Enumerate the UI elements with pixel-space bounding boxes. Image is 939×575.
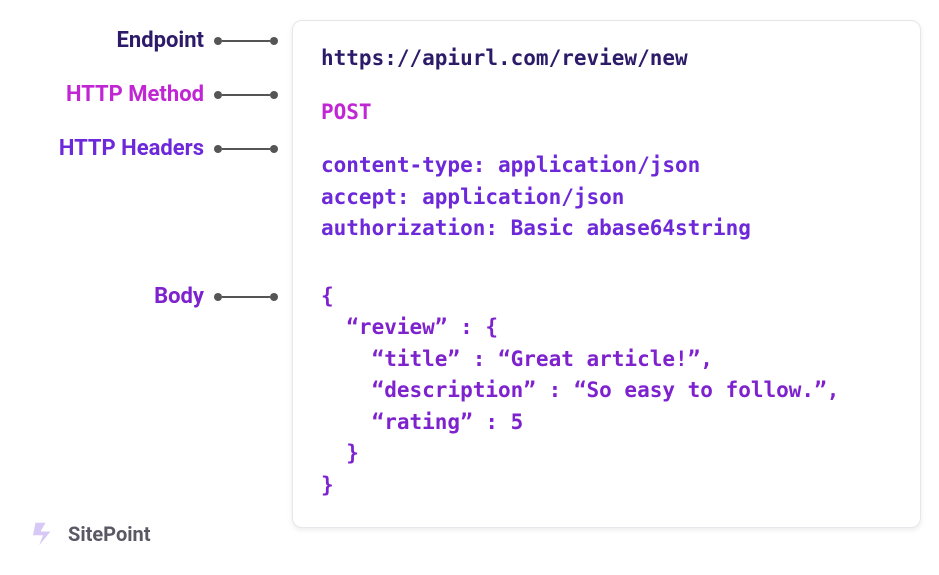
body-line: “title” : “Great article!”, [321, 344, 892, 376]
header-line: accept: application/json [321, 182, 892, 214]
body-line: { [321, 281, 892, 313]
label-body-text: Body [154, 286, 204, 308]
labels-column: Endpoint HTTP Method HTTP Headers Body [18, 20, 278, 528]
body-line: “description” : “So easy to follow.”, [321, 375, 892, 407]
body-line: “review” : { [321, 312, 892, 344]
connector-icon [214, 37, 278, 45]
body-line: “rating” : 5 [321, 407, 892, 439]
body-line: } [321, 438, 892, 470]
http-method: POST [321, 97, 892, 129]
label-method-text: HTTP Method [66, 84, 204, 106]
diagram-container: Endpoint HTTP Method HTTP Headers Body [0, 0, 939, 538]
label-endpoint-text: Endpoint [117, 30, 204, 52]
header-line: authorization: Basic abase64string [321, 213, 892, 245]
endpoint-url: https://apiurl.com/review/new [321, 43, 892, 75]
label-headers-text: HTTP Headers [59, 138, 204, 160]
brand-logo: SitePoint [28, 519, 151, 549]
sitepoint-icon [28, 519, 58, 549]
body-line: } [321, 470, 892, 502]
header-line: content-type: application/json [321, 150, 892, 182]
label-endpoint: Endpoint [18, 30, 278, 52]
label-headers: HTTP Headers [18, 138, 278, 160]
brand-name: SitePoint [68, 522, 151, 546]
label-body: Body [18, 286, 278, 308]
request-card: https://apiurl.com/review/new POST conte… [292, 20, 921, 528]
connector-icon [214, 293, 278, 301]
connector-icon [214, 91, 278, 99]
connector-icon [214, 145, 278, 153]
label-method: HTTP Method [18, 84, 278, 106]
